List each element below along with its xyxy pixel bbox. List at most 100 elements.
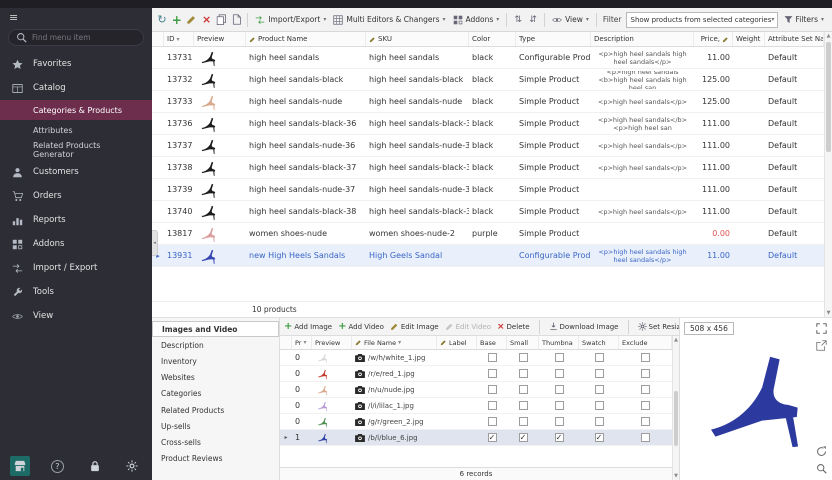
checkbox[interactable] [488, 353, 497, 362]
checkbox[interactable] [641, 433, 650, 442]
media-row[interactable]: ▸ 1 /b/l/blue_6.jpg [280, 430, 672, 446]
checkbox[interactable] [519, 385, 528, 394]
checkbox[interactable] [595, 417, 604, 426]
column-header-position[interactable]: Pr▾ [292, 336, 312, 349]
checkbox[interactable] [519, 417, 528, 426]
detail-tab[interactable]: Images and Video [152, 321, 279, 337]
checkbox[interactable] [488, 369, 497, 378]
checkbox[interactable] [641, 417, 650, 426]
checkbox[interactable] [555, 417, 564, 426]
checkbox[interactable] [488, 385, 497, 394]
sidebar-item-favorites[interactable]: Favorites [0, 52, 152, 76]
checkbox[interactable] [595, 353, 604, 362]
column-header-price[interactable]: Price, [694, 32, 733, 46]
checkbox[interactable] [641, 401, 650, 410]
column-header-type[interactable]: Type [516, 32, 591, 46]
column-header-weight[interactable]: Weight [733, 32, 765, 46]
filters-button[interactable]: Filters▾ [779, 12, 830, 27]
checkbox[interactable] [555, 385, 564, 394]
row-expander[interactable] [152, 113, 164, 134]
zoom-icon[interactable] [815, 462, 828, 475]
filter-select[interactable]: Show products from selected categories▾ [626, 12, 778, 28]
checkbox[interactable] [488, 401, 497, 410]
column-header-label[interactable]: Label [437, 336, 477, 349]
media-row[interactable]: 0 /l/i/lilac_1.jpg [280, 398, 672, 414]
checkbox[interactable] [641, 385, 650, 394]
detail-tab[interactable]: Up-sells [152, 418, 279, 434]
product-row[interactable]: 13817 women shoes-nude women shoes-nude-… [152, 223, 824, 245]
edit-image-button[interactable]: Edit Image [390, 322, 439, 331]
column-header-preview[interactable]: Preview [312, 336, 352, 349]
detail-tab[interactable]: Categories [152, 386, 279, 402]
column-header-description[interactable]: Description [591, 32, 694, 46]
column-header-exclude[interactable]: Exclude [619, 336, 672, 349]
checkbox[interactable] [555, 353, 564, 362]
checkbox[interactable] [519, 433, 528, 442]
column-header-sku[interactable]: SKU [366, 32, 469, 46]
view-menu[interactable]: View▾ [549, 13, 592, 27]
detail-tab[interactable]: Description [152, 337, 279, 353]
products-scrollbar[interactable]: ▲ ▼ [824, 32, 832, 317]
refresh-button[interactable]: ↻ [155, 12, 169, 28]
sidebar-item-addons[interactable]: Addons [0, 232, 152, 256]
row-expander[interactable] [152, 135, 164, 156]
checkbox[interactable] [595, 433, 604, 442]
checkbox[interactable] [595, 401, 604, 410]
media-row[interactable]: 0 /w/h/white_1.jpg [280, 350, 672, 366]
checkbox[interactable] [641, 369, 650, 378]
sidebar-item-view[interactable]: View [0, 304, 152, 328]
checkbox[interactable] [555, 369, 564, 378]
column-header-small[interactable]: Small [507, 336, 539, 349]
add-product-button[interactable]: + [170, 12, 184, 28]
row-expander[interactable] [152, 91, 164, 112]
column-header-swatch[interactable]: Swatch [579, 336, 619, 349]
open-external-icon[interactable] [815, 339, 828, 352]
copy-button[interactable] [215, 12, 229, 28]
checkbox[interactable] [641, 353, 650, 362]
paste-button[interactable] [229, 12, 243, 28]
scroll-down-arrow[interactable]: ▼ [825, 310, 832, 316]
product-row[interactable]: 13739 high heel sandals-nude-37 high hee… [152, 179, 824, 201]
checkbox[interactable] [555, 401, 564, 410]
checkbox[interactable] [519, 353, 528, 362]
checkbox[interactable] [519, 401, 528, 410]
rotate-icon[interactable] [815, 445, 828, 458]
detail-tab[interactable]: Cross-sells [152, 434, 279, 450]
product-row[interactable]: 13732 high heel sandals-black high heel … [152, 69, 824, 91]
set-resize-rule-button[interactable]: Set Resize Rule▾ [638, 322, 680, 331]
product-row[interactable]: 13736 high heel sandals-black-36 high he… [152, 113, 824, 135]
media-row[interactable]: 0 /r/e/red_1.jpg [280, 366, 672, 382]
lock-icon[interactable] [85, 456, 105, 476]
help-icon[interactable]: ? [47, 456, 67, 476]
media-row[interactable]: 0 /g/r/green_2.jpg [280, 414, 672, 430]
row-expander[interactable] [152, 179, 164, 200]
checkbox[interactable] [595, 385, 604, 394]
media-scrollbar[interactable]: ▲ ▼ [672, 336, 679, 480]
column-header-thumbnail[interactable]: Thumbna [539, 336, 579, 349]
column-header-attribute-set[interactable]: Attribute Set Name [765, 32, 824, 46]
row-expander[interactable] [152, 69, 164, 90]
scroll-thumb[interactable] [826, 42, 831, 152]
sort-desc-button[interactable]: ⇵ [526, 12, 540, 28]
row-expander[interactable] [152, 47, 164, 68]
media-row[interactable]: 0 /n/u/nude.jpg [280, 382, 672, 398]
scroll-up-arrow[interactable]: ▲ [825, 33, 832, 39]
row-expander[interactable] [152, 201, 164, 222]
product-row[interactable]: 13731 high heel sandals high heel sandal… [152, 47, 824, 69]
gear-icon[interactable] [122, 456, 142, 476]
product-row[interactable]: 13738 high heel sandals-black-37 high he… [152, 157, 824, 179]
product-row[interactable]: 13733 high heel sandals-nude high heel s… [152, 91, 824, 113]
detail-tab[interactable]: Inventory [152, 353, 279, 369]
detail-tab[interactable]: Related Products [152, 402, 279, 418]
checkbox[interactable] [488, 417, 497, 426]
panel-collapse-handle[interactable]: ◂ [152, 230, 158, 256]
sidebar-item-import-export[interactable]: Import / Export [0, 256, 152, 280]
checkbox[interactable] [488, 433, 497, 442]
scroll-down-arrow[interactable]: ▼ [673, 473, 679, 479]
hamburger-menu-icon[interactable]: ≡ [9, 11, 18, 24]
multi-editors-menu[interactable]: Multi Editors & Changers▾ [330, 13, 448, 27]
sidebar-item-related-products-generator[interactable]: Related Products Generator [0, 140, 152, 160]
sidebar-item-reports[interactable]: Reports [0, 208, 152, 232]
sort-asc-button[interactable]: ⇅ [511, 12, 525, 28]
detail-tab[interactable]: Websites [152, 370, 279, 386]
